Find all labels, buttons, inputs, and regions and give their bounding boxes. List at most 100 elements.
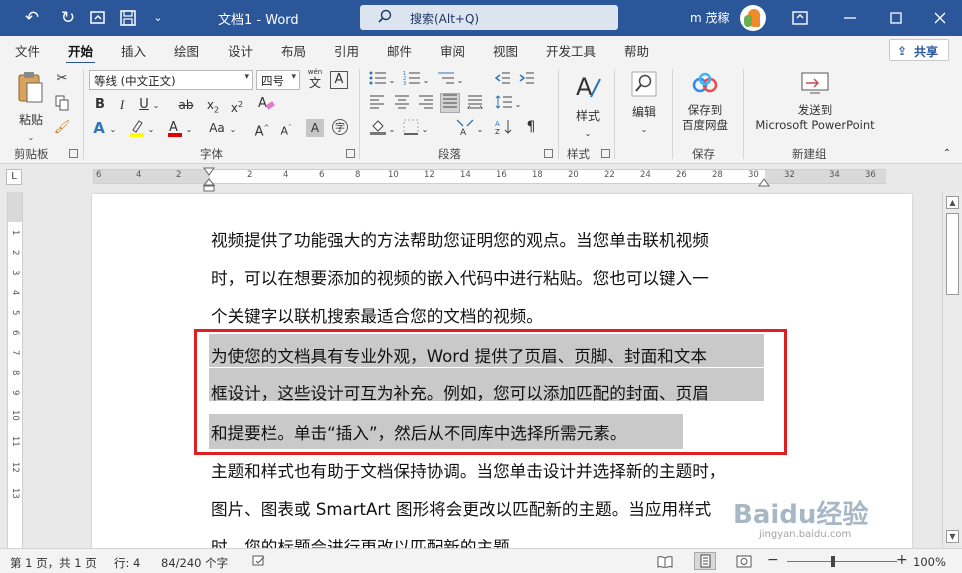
share-button[interactable]: ⇪ 共享 xyxy=(889,39,949,61)
line-spacing-icon[interactable] xyxy=(494,94,514,116)
zoom-level[interactable]: 100% xyxy=(913,555,946,569)
tab-draw[interactable]: 绘图 xyxy=(174,41,199,60)
shrink-font-icon[interactable]: Aˇ xyxy=(277,119,295,141)
scroll-up-icon[interactable]: ▲ xyxy=(946,196,959,209)
send-to-ppt-button[interactable]: 发送到 Microsoft PowerPoint xyxy=(750,71,880,141)
quick-access-icon[interactable] xyxy=(86,6,110,30)
underline-dropdown-icon[interactable]: ⌄ xyxy=(152,97,160,115)
font-name-combo[interactable]: 等线 (中文正文) ▾ xyxy=(89,70,253,90)
change-case-icon[interactable]: Aa xyxy=(204,119,230,137)
character-shading-icon[interactable]: A xyxy=(306,119,324,137)
customize-qat-icon[interactable]: ⌄ xyxy=(146,6,170,30)
distributed-icon[interactable] xyxy=(466,95,484,115)
read-mode-icon[interactable] xyxy=(657,555,673,571)
underline-button[interactable]: U xyxy=(136,96,152,114)
undo-icon[interactable]: ↶ xyxy=(20,6,44,30)
scroll-down-icon[interactable]: ▼ xyxy=(946,530,959,543)
format-painter-icon[interactable]: 🖌 xyxy=(53,119,71,137)
tab-design[interactable]: 设计 xyxy=(228,41,253,60)
ribbon-display-options-icon[interactable] xyxy=(788,6,812,30)
shading-dropdown-icon[interactable]: ⌄ xyxy=(388,121,396,139)
tab-developer[interactable]: 开发工具 xyxy=(546,41,596,60)
proofing-icon[interactable] xyxy=(252,555,266,570)
zoom-in-icon[interactable]: + xyxy=(896,552,908,568)
italic-button[interactable]: I xyxy=(114,96,130,114)
tab-mailings[interactable]: 邮件 xyxy=(387,41,412,60)
save-to-baidu-button[interactable]: 保存到 百度网盘 xyxy=(676,71,734,141)
align-left-icon[interactable] xyxy=(368,95,386,115)
close-icon[interactable] xyxy=(928,6,952,30)
font-size-combo[interactable]: 四号 ▾ xyxy=(256,70,300,90)
change-case-dropdown-icon[interactable]: ⌄ xyxy=(229,121,237,139)
web-layout-icon[interactable] xyxy=(736,555,752,571)
character-border-icon[interactable]: 字 xyxy=(330,118,350,142)
align-right-icon[interactable] xyxy=(417,95,435,115)
phonetic-guide-button[interactable]: wén 文 xyxy=(305,68,325,90)
editing-button[interactable]: 编辑 ⌄ xyxy=(626,71,662,141)
paragraph-launcher-icon[interactable] xyxy=(544,149,553,158)
grow-font-icon[interactable]: A^ xyxy=(253,119,271,141)
first-line-indent-marker[interactable] xyxy=(203,167,215,176)
font-color-icon[interactable]: A xyxy=(166,118,184,144)
bullets-icon[interactable] xyxy=(368,70,388,92)
tab-selector[interactable]: L xyxy=(6,169,22,185)
right-indent-marker[interactable] xyxy=(758,178,770,187)
zoom-slider[interactable] xyxy=(787,561,897,562)
justify-icon[interactable] xyxy=(440,93,460,113)
multilevel-dropdown-icon[interactable]: ⌄ xyxy=(456,72,464,90)
print-layout-icon[interactable] xyxy=(694,552,716,570)
borders-dropdown-icon[interactable]: ⌄ xyxy=(421,121,429,139)
font-color-dropdown-icon[interactable]: ⌄ xyxy=(185,121,193,139)
highlight-dropdown-icon[interactable]: ⌄ xyxy=(147,121,155,139)
chinese-layout-dropdown-icon[interactable]: ⌄ xyxy=(476,121,484,139)
numbering-icon[interactable]: 123 xyxy=(402,70,422,92)
avatar[interactable] xyxy=(740,5,766,31)
vertical-scrollbar[interactable]: ▲ ▼ xyxy=(942,192,962,548)
font-launcher-icon[interactable] xyxy=(346,149,355,158)
hanging-indent-marker[interactable] xyxy=(203,178,215,192)
tab-view[interactable]: 视图 xyxy=(493,41,518,60)
subscript-button[interactable]: x2 xyxy=(204,96,222,119)
borders-icon[interactable] xyxy=(402,119,420,141)
numbering-dropdown-icon[interactable]: ⌄ xyxy=(422,72,430,90)
tab-layout[interactable]: 布局 xyxy=(281,41,306,60)
text-effects-dropdown-icon[interactable]: ⌄ xyxy=(109,121,117,139)
superscript-button[interactable]: x2 xyxy=(228,96,246,117)
decrease-indent-icon[interactable] xyxy=(494,70,512,92)
text-effects-icon[interactable]: A xyxy=(90,119,108,137)
tab-help[interactable]: 帮助 xyxy=(624,41,649,60)
align-center-icon[interactable] xyxy=(393,95,411,115)
shading-icon[interactable] xyxy=(368,118,388,142)
tab-file[interactable]: 文件 xyxy=(15,41,40,60)
styles-button[interactable]: A 样式 ⌄ xyxy=(568,71,608,139)
redo-icon[interactable]: ↻ xyxy=(56,6,80,30)
zoom-out-icon[interactable]: − xyxy=(767,552,779,568)
styles-launcher-icon[interactable] xyxy=(601,149,610,158)
highlight-icon[interactable] xyxy=(128,118,146,144)
show-marks-icon[interactable]: ¶ xyxy=(522,118,540,136)
multilevel-list-icon[interactable] xyxy=(436,70,456,92)
paste-button[interactable]: 粘贴 ⌄ xyxy=(14,71,48,142)
sort-icon[interactable]: AZ xyxy=(494,118,514,142)
page-indicator[interactable]: 第 1 页，共 1 页 xyxy=(10,555,97,571)
clear-formatting-icon[interactable]: A xyxy=(256,94,276,118)
clipboard-launcher-icon[interactable] xyxy=(69,149,78,158)
enclose-characters-button[interactable]: A xyxy=(330,71,348,89)
bullets-dropdown-icon[interactable]: ⌄ xyxy=(388,72,396,90)
maximize-icon[interactable] xyxy=(884,6,908,30)
line-indicator[interactable]: 行: 4 xyxy=(114,555,140,571)
paste-dropdown-icon[interactable]: ⌄ xyxy=(14,129,48,147)
vertical-ruler[interactable]: 1 2 3 4 5 6 7 8 9 10 11 12 13 xyxy=(7,192,23,548)
minimize-icon[interactable] xyxy=(838,6,862,30)
chinese-layout-icon[interactable]: A xyxy=(454,118,476,142)
save-icon[interactable] xyxy=(116,6,140,30)
collapse-ribbon-icon[interactable]: ⌃ xyxy=(940,145,954,163)
line-spacing-dropdown-icon[interactable]: ⌄ xyxy=(514,96,522,114)
cut-icon[interactable]: ✂ xyxy=(53,70,71,88)
zoom-slider-thumb[interactable] xyxy=(831,556,835,567)
search-box[interactable]: 搜索(Alt+Q) xyxy=(360,5,618,30)
tab-insert[interactable]: 插入 xyxy=(121,41,146,60)
tab-references[interactable]: 引用 xyxy=(334,41,359,60)
increase-indent-icon[interactable] xyxy=(518,70,536,92)
word-count[interactable]: 84/240 个字 xyxy=(161,555,228,571)
